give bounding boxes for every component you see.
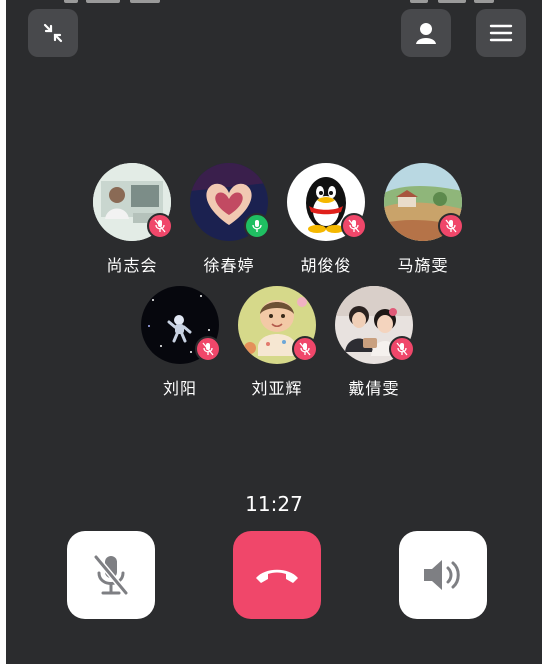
participant-avatar[interactable] — [287, 163, 367, 241]
contacts-button[interactable] — [401, 9, 451, 57]
minimize-button[interactable] — [28, 9, 78, 57]
minimize-icon — [43, 23, 63, 43]
mic-muted-badge — [438, 213, 464, 239]
mic-muted-badge — [341, 213, 367, 239]
hangup-button[interactable] — [233, 531, 321, 619]
mic-muted-badge — [195, 336, 221, 362]
mic-muted-badge — [292, 336, 318, 362]
contact-icon — [416, 23, 436, 44]
mic-muted-badge — [389, 336, 415, 362]
mic-off-icon — [299, 342, 311, 356]
participant-avatar[interactable] — [238, 286, 318, 364]
participant-avatar[interactable] — [384, 163, 464, 241]
mic-active-badge — [244, 213, 270, 239]
participant-name: 马旖雯 — [397, 256, 449, 275]
participant-avatar[interactable] — [141, 286, 221, 364]
speaker-button[interactable] — [399, 531, 487, 619]
mic-off-icon — [396, 342, 408, 356]
menu-icon — [489, 24, 513, 42]
mic-off-icon — [348, 219, 360, 233]
phone-hangup-icon — [256, 569, 298, 583]
mic-icon — [252, 220, 262, 232]
mic-off-icon — [202, 342, 214, 356]
participant-avatar[interactable] — [93, 163, 173, 241]
mic-muted-badge — [147, 213, 173, 239]
speaker-icon — [424, 560, 460, 590]
mic-off-icon — [154, 219, 166, 233]
mic-off-icon — [445, 219, 457, 233]
menu-button[interactable] — [476, 9, 526, 57]
participant-name: 戴倩雯 — [348, 379, 400, 398]
call-timer: 11:27 — [245, 492, 303, 516]
participant-avatar[interactable] — [190, 163, 270, 241]
call-screen: 尚志会 徐春婷 胡俊俊 马旖雯 刘阳 刘亚辉 戴倩雯 11:27 — [6, 0, 542, 664]
status-bar — [6, 0, 542, 4]
participant-avatar[interactable] — [335, 286, 415, 364]
mic-off-icon — [93, 554, 129, 596]
mute-button[interactable] — [67, 531, 155, 619]
